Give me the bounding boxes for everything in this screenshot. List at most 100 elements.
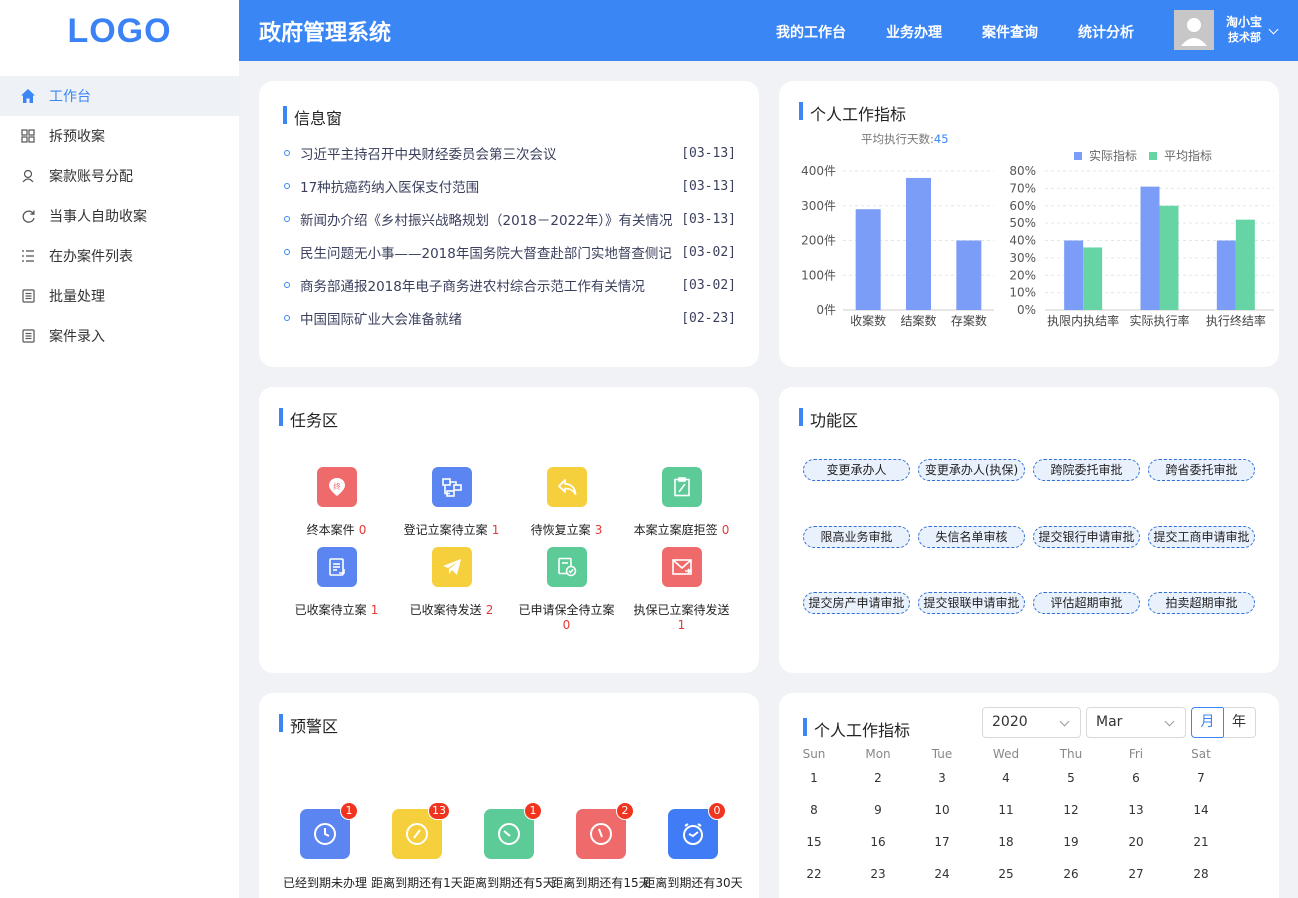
calendar-day[interactable]: 10 — [922, 803, 962, 817]
user-name[interactable]: 淘小宝 — [1226, 13, 1262, 30]
month-mode-button[interactable]: 月 — [1191, 707, 1224, 738]
y-tick-label: 0% — [1017, 303, 1036, 317]
calendar-day[interactable]: 20 — [1116, 835, 1156, 849]
calendar-day[interactable]: 9 — [858, 803, 898, 817]
calendar-day[interactable]: 17 — [922, 835, 962, 849]
sidebar-item-label: 拆预收案 — [49, 129, 105, 145]
warning-due-30-days[interactable]: 0 距离到期还有30天 — [643, 802, 743, 891]
calendar-day[interactable]: 1 — [794, 771, 834, 785]
calendar-day[interactable]: 24 — [922, 867, 962, 881]
news-title[interactable]: 习近平主持召开中央财经委员会第三次会议 — [300, 143, 680, 163]
calendar-day[interactable]: 19 — [1051, 835, 1091, 849]
bullet-icon — [284, 282, 290, 288]
sidebar-menu: 工作台 拆预收案 案款账号分配 当事人自助收案 在办案件列表 批量处理 案件录入 — [0, 76, 239, 356]
warning-due-1-day[interactable]: 13 距离到期还有1天 — [367, 802, 467, 891]
y-tick-label: 300件 — [801, 199, 836, 213]
calendar-day[interactable]: 27 — [1116, 867, 1156, 881]
function-consumption-limit-approval[interactable]: 限高业务审批 — [803, 526, 910, 548]
sidebar-item-self-service-intake[interactable]: 当事人自助收案 — [0, 196, 239, 236]
calendar-day[interactable]: 14 — [1181, 803, 1221, 817]
calendar-day[interactable]: 12 — [1051, 803, 1091, 817]
calendar-day[interactable]: 8 — [794, 803, 834, 817]
avatar[interactable] — [1174, 10, 1214, 50]
function-property-application-approval[interactable]: 提交房产申请审批 — [803, 592, 910, 614]
task-item-preservation-to-send[interactable]: 执保已立案待发送 1 — [624, 547, 739, 632]
function-auction-overdue-approval[interactable]: 拍卖超期审批 — [1148, 592, 1255, 614]
function-appraisal-overdue-approval[interactable]: 评估超期审批 — [1033, 592, 1140, 614]
calendar-day[interactable]: 21 — [1181, 835, 1221, 849]
function-unionpay-application-approval[interactable]: 提交银联申请审批 — [918, 592, 1025, 614]
calendar-day[interactable]: 26 — [1051, 867, 1091, 881]
calendar-day[interactable]: 6 — [1116, 771, 1156, 785]
calendar-day[interactable]: 18 — [986, 835, 1026, 849]
warning-overdue[interactable]: 1 已经到期未办理 — [275, 802, 375, 891]
calendar-day[interactable]: 5 — [1051, 771, 1091, 785]
calendar-day[interactable]: 16 — [858, 835, 898, 849]
calendar-day[interactable]: 7 — [1181, 771, 1221, 785]
year-select[interactable]: 2020 — [982, 707, 1081, 738]
sidebar-item-batch-processing[interactable]: 批量处理 — [0, 276, 239, 316]
year-mode-button[interactable]: 年 — [1223, 707, 1256, 738]
news-title[interactable]: 商务部通报2018年电子商务进农村综合示范工作有关情况 — [300, 275, 680, 295]
document-icon — [20, 328, 36, 344]
calendar-day[interactable]: 13 — [1116, 803, 1156, 817]
nav-statistics[interactable]: 统计分析 — [1078, 22, 1134, 42]
calendar-day[interactable]: 11 — [986, 803, 1026, 817]
task-item-final-cases[interactable]: 终 终本案件 0 — [279, 467, 394, 538]
legend-swatch — [1149, 152, 1157, 160]
task-count: 0 — [358, 523, 367, 537]
task-item-received-pending[interactable]: 已收案待立案 1 — [279, 547, 394, 618]
function-bank-application-approval[interactable]: 提交银行申请审批 — [1033, 526, 1140, 548]
task-item-registered-pending[interactable]: 登记立案待立案 1 — [394, 467, 509, 538]
month-select[interactable]: Mar — [1086, 707, 1186, 738]
news-title[interactable]: 中国国际矿业大会准备就绪 — [300, 308, 680, 328]
function-cross-court-approval[interactable]: 跨院委托审批 — [1033, 459, 1140, 481]
function-change-handler-preservation[interactable]: 变更承办人(执保) — [918, 459, 1025, 481]
calendar-day[interactable]: 2 — [858, 771, 898, 785]
task-item-pending-restore[interactable]: 待恢复立案 3 — [509, 467, 624, 538]
x-tick-label: 执限内执结率 — [1047, 313, 1119, 328]
warning-due-15-days[interactable]: 2 距离到期还有15天 — [551, 802, 651, 891]
function-change-handler[interactable]: 变更承办人 — [803, 459, 910, 481]
calendar-day[interactable]: 23 — [858, 867, 898, 881]
calendar-day[interactable]: 25 — [986, 867, 1026, 881]
sidebar-item-workbench[interactable]: 工作台 — [0, 76, 239, 116]
function-dishonest-list-review[interactable]: 失信名单审核 — [918, 526, 1025, 548]
sidebar-item-case-entry[interactable]: 案件录入 — [0, 316, 239, 356]
calendar-day[interactable]: 3 — [922, 771, 962, 785]
function-business-registry-approval[interactable]: 提交工商申请审批 — [1148, 526, 1255, 548]
news-item[interactable]: 习近平主持召开中央财经委员会第三次会议 [03-13] — [284, 143, 736, 163]
task-count: 3 — [594, 523, 603, 537]
task-label: 已收案待立案 — [294, 603, 367, 617]
nav-my-workbench[interactable]: 我的工作台 — [776, 22, 846, 42]
x-tick-label: 实际执行率 — [1129, 313, 1189, 328]
chevron-down-icon[interactable] — [1268, 24, 1279, 35]
y-tick-label: 0件 — [816, 303, 836, 317]
task-item-preservation-pending[interactable]: 已申请保全待立案 0 — [509, 547, 624, 632]
calendar-day[interactable]: 15 — [794, 835, 834, 849]
function-cross-province-approval[interactable]: 跨省委托审批 — [1148, 459, 1255, 481]
news-item[interactable]: 17种抗癌药纳入医保支付范围 [03-13] — [284, 176, 736, 196]
metrics-card: 个人工作指标 平均执行天数:45 0件 100件 200件 300件 400件 收案数 结案… — [779, 81, 1279, 367]
news-item[interactable]: 中国国际矿业大会准备就绪 [02-23] — [284, 308, 736, 328]
sidebar-item-active-cases[interactable]: 在办案件列表 — [0, 236, 239, 276]
calendar-day[interactable]: 4 — [986, 771, 1026, 785]
task-item-received-to-send[interactable]: 已收案待发送 2 — [394, 547, 509, 618]
news-item[interactable]: 新闻办介绍《乡村振兴战略规划（2018－2022年）》有关情况 [03-13] — [284, 209, 736, 229]
news-date: [03-02] — [681, 277, 736, 293]
function-area-title: 功能区 — [799, 407, 858, 431]
sidebar-item-account-allocation[interactable]: 案款账号分配 — [0, 156, 239, 196]
news-item[interactable]: 民生问题无小事——2018年国务院大督查赴部门实地督查侧记 [03-02] — [284, 242, 736, 262]
calendar-day[interactable]: 28 — [1181, 867, 1221, 881]
warning-due-5-days[interactable]: 1 距离到期还有5天 — [459, 802, 559, 891]
nav-business[interactable]: 业务办理 — [886, 22, 942, 42]
weekday-header: Wed — [992, 747, 1020, 761]
task-item-rejected[interactable]: 本案立案庭拒签 0 — [624, 467, 739, 538]
news-item[interactable]: 商务部通报2018年电子商务进农村综合示范工作有关情况 [03-02] — [284, 275, 736, 295]
calendar-day[interactable]: 22 — [794, 867, 834, 881]
sidebar-item-pre-intake[interactable]: 拆预收案 — [0, 116, 239, 156]
news-title[interactable]: 新闻办介绍《乡村振兴战略规划（2018－2022年）》有关情况 — [300, 209, 680, 229]
nav-case-query[interactable]: 案件查询 — [982, 22, 1038, 42]
news-title[interactable]: 民生问题无小事——2018年国务院大督查赴部门实地督查侧记 — [300, 242, 680, 262]
news-title[interactable]: 17种抗癌药纳入医保支付范围 — [300, 176, 680, 196]
